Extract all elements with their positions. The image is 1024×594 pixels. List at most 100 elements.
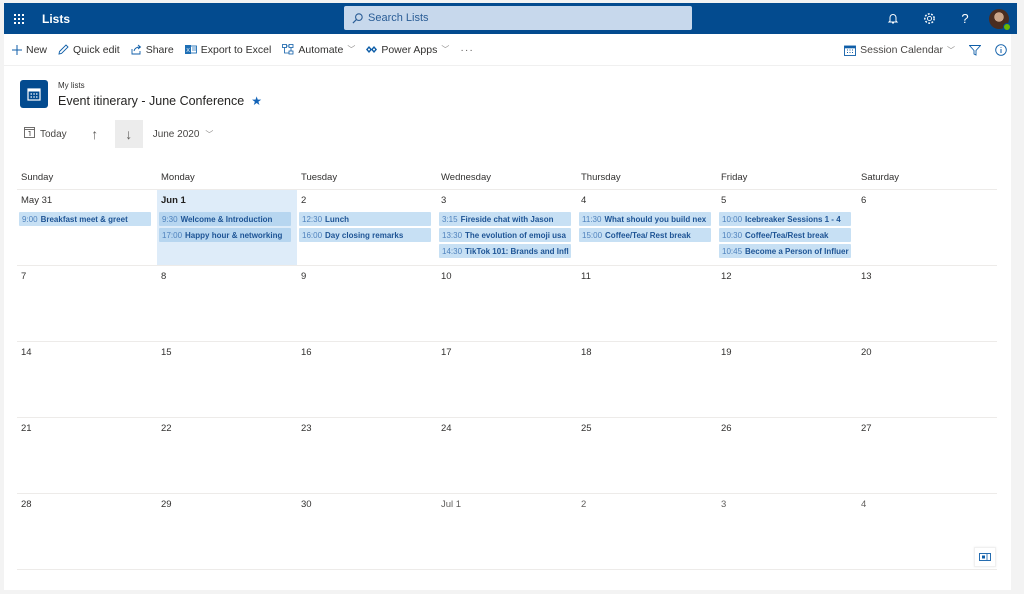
- favorite-star-icon[interactable]: ★: [251, 94, 262, 108]
- event-title: Become a Person of Influer: [745, 246, 849, 256]
- day-cell[interactable]: 2 12:30 Lunch 16:00 Day closing remarks: [297, 190, 437, 265]
- info-button[interactable]: [995, 44, 1007, 56]
- search-input[interactable]: Search Lists: [344, 6, 692, 30]
- day-cell[interactable]: Jun 1 9:30 Welcome & Introduction 17:00 Happ…: [157, 190, 297, 265]
- day-cell[interactable]: 9: [297, 266, 437, 341]
- day-number: 30: [301, 499, 312, 510]
- day-cell[interactable]: 23: [297, 418, 437, 493]
- event-time: 10:00: [722, 214, 743, 224]
- event-title: Fireside chat with Jason: [460, 214, 554, 224]
- day-cell[interactable]: 19: [717, 342, 857, 417]
- day-cell[interactable]: 15: [157, 342, 297, 417]
- day-cell[interactable]: 24: [437, 418, 577, 493]
- sidepanel-toggle-button[interactable]: [974, 547, 996, 567]
- chevron-down-icon: ﹀: [347, 45, 356, 54]
- day-cell[interactable]: 7: [17, 266, 157, 341]
- day-number: 4: [861, 499, 867, 510]
- day-cell[interactable]: 10: [437, 266, 577, 341]
- automate-menu[interactable]: Automate ﹀: [282, 44, 355, 56]
- day-cell[interactable]: 22: [157, 418, 297, 493]
- day-number: 27: [861, 423, 872, 434]
- event-item[interactable]: 14:30 TikTok 101: Brands and Infl: [439, 244, 571, 258]
- day-cell[interactable]: 20: [857, 342, 997, 417]
- day-cell[interactable]: 14: [17, 342, 157, 417]
- panel-icon: [979, 553, 991, 561]
- event-title: Icebreaker Sessions 1 - 4: [745, 214, 841, 224]
- breadcrumb[interactable]: My lists: [58, 81, 85, 90]
- share-button[interactable]: Share: [131, 44, 174, 56]
- export-to-excel-button[interactable]: X Export to Excel: [184, 43, 272, 56]
- plus-icon: [12, 44, 22, 55]
- previous-month-button[interactable]: ↑: [81, 120, 109, 148]
- day-cell[interactable]: May 31 9:00 Breakfast meet & greet: [17, 190, 157, 265]
- settings-button[interactable]: [911, 3, 947, 34]
- day-cell[interactable]: 28: [17, 494, 157, 569]
- event-time: 16:00: [302, 230, 323, 240]
- event-time: 10:30: [722, 230, 743, 240]
- event-title: Day closing remarks: [325, 230, 404, 240]
- presence-indicator: [1003, 22, 1011, 31]
- next-month-button[interactable]: ↓: [114, 120, 143, 148]
- day-cell[interactable]: 3 3:15 Fireside chat with Jason 13:30 The ev…: [437, 190, 577, 265]
- event-item[interactable]: 11:30 What should you build nex: [579, 212, 711, 226]
- today-button[interactable]: Today: [24, 120, 67, 148]
- app-name[interactable]: Lists: [42, 12, 70, 26]
- event-item[interactable]: 10:45 Become a Person of Influer: [719, 244, 851, 258]
- day-cell[interactable]: 4 11:30 What should you build nex 15:00 Coff…: [577, 190, 717, 265]
- weekday-header: Thursday: [581, 172, 621, 183]
- notifications-button[interactable]: [875, 3, 911, 34]
- event-item[interactable]: 16:00 Day closing remarks: [299, 228, 431, 242]
- day-cell[interactable]: 17: [437, 342, 577, 417]
- day-cell[interactable]: 21: [17, 418, 157, 493]
- scrollbar[interactable]: [1011, 34, 1017, 590]
- day-number: 11: [581, 271, 591, 282]
- new-button[interactable]: New: [12, 44, 47, 56]
- day-cell[interactable]: 18: [577, 342, 717, 417]
- event-item[interactable]: 9:30 Welcome & Introduction: [159, 212, 291, 226]
- day-cell[interactable]: 3: [717, 494, 857, 569]
- week-row: 7 8 9 10 11 12 13: [17, 266, 997, 342]
- view-switcher[interactable]: Session Calendar ﹀: [844, 44, 955, 56]
- day-cell[interactable]: 29: [157, 494, 297, 569]
- calendar-navigation: Today ↑ ↓ June 2020 ﹀: [4, 114, 1017, 154]
- event-time: 13:30: [442, 230, 463, 240]
- day-number: 23: [301, 423, 312, 434]
- today-icon: [24, 127, 35, 141]
- event-time: 15:00: [582, 230, 603, 240]
- day-cell[interactable]: 11: [577, 266, 717, 341]
- day-cell[interactable]: 26: [717, 418, 857, 493]
- day-cell[interactable]: 8: [157, 266, 297, 341]
- help-button[interactable]: ?: [947, 3, 983, 34]
- event-item[interactable]: 15:00 Coffee/Tea/ Rest break: [579, 228, 711, 242]
- filter-button[interactable]: [969, 44, 981, 56]
- day-cell[interactable]: 6: [857, 190, 997, 265]
- weekday-header: Sunday: [21, 172, 54, 183]
- event-item[interactable]: 13:30 The evolution of emoji usa: [439, 228, 571, 242]
- day-cell[interactable]: 16: [297, 342, 437, 417]
- view-name-label: Session Calendar: [860, 44, 943, 56]
- day-cell[interactable]: 27: [857, 418, 997, 493]
- day-cell[interactable]: 13: [857, 266, 997, 341]
- app-launcher-button[interactable]: [4, 3, 34, 34]
- event-item[interactable]: 17:00 Happy hour & networking: [159, 228, 291, 242]
- event-title: The evolution of emoji usa: [465, 230, 566, 240]
- event-item[interactable]: 10:30 Coffee/Tea/Rest break: [719, 228, 851, 242]
- day-cell[interactable]: 25: [577, 418, 717, 493]
- power-apps-menu[interactable]: Power Apps ﹀: [366, 44, 449, 56]
- search-placeholder: Search Lists: [368, 12, 429, 24]
- export-label: Export to Excel: [200, 43, 272, 56]
- day-cell[interactable]: 30: [297, 494, 437, 569]
- day-cell[interactable]: Jul 1: [437, 494, 577, 569]
- day-cell[interactable]: 12: [717, 266, 857, 341]
- day-cell[interactable]: 2: [577, 494, 717, 569]
- more-options-button[interactable]: ···: [460, 44, 474, 56]
- event-item[interactable]: 10:00 Icebreaker Sessions 1 - 4: [719, 212, 851, 226]
- event-item[interactable]: 9:00 Breakfast meet & greet: [19, 212, 151, 226]
- day-number: 4: [581, 195, 587, 206]
- quick-edit-button[interactable]: Quick edit: [58, 44, 120, 56]
- month-picker[interactable]: June 2020 ﹀: [153, 120, 214, 148]
- avatar[interactable]: [989, 8, 1011, 31]
- event-item[interactable]: 3:15 Fireside chat with Jason: [439, 212, 571, 226]
- day-cell[interactable]: 5 10:00 Icebreaker Sessions 1 - 4 10:30 Coff…: [717, 190, 857, 265]
- event-item[interactable]: 12:30 Lunch: [299, 212, 431, 226]
